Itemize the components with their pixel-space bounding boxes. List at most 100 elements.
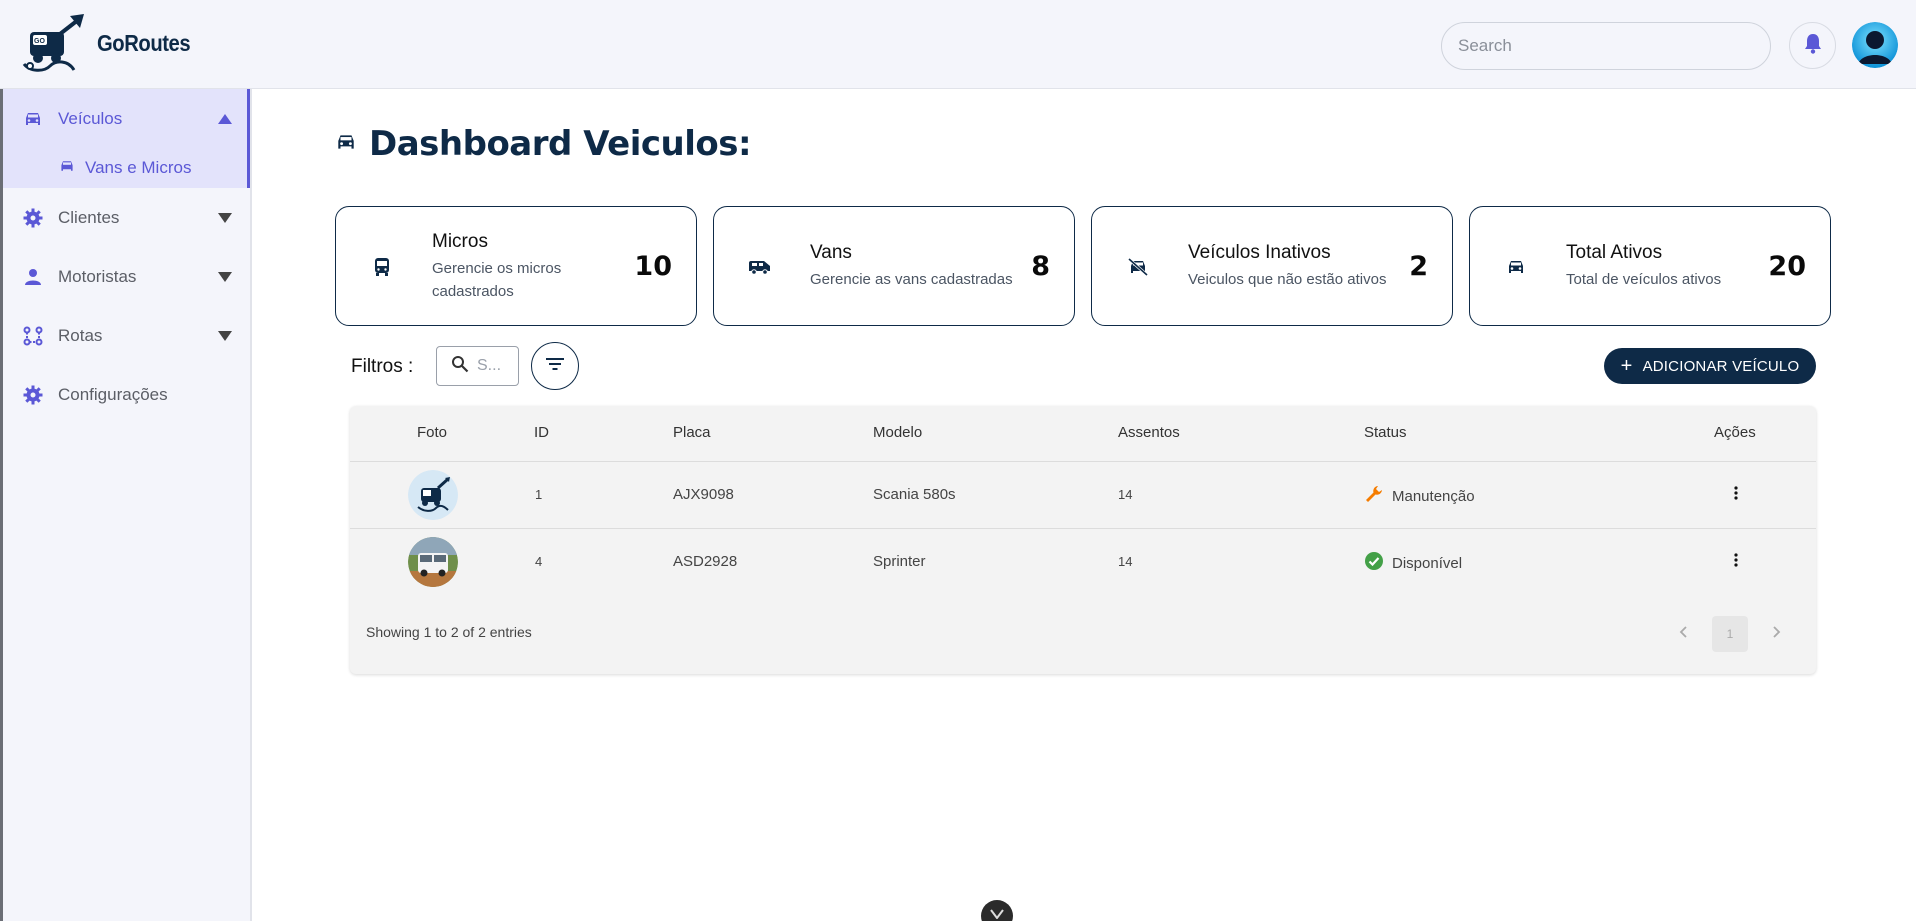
column-header-id[interactable]: ID	[534, 424, 549, 441]
pagination-prev-button[interactable]	[1672, 616, 1694, 652]
sidebar-item-rotas[interactable]: Rotas	[0, 306, 250, 365]
plus-icon: +	[1620, 355, 1633, 377]
more-vert-icon	[1734, 552, 1738, 572]
goroutes-logo: GO	[20, 12, 88, 76]
pagination-next-button[interactable]	[1766, 616, 1788, 652]
sidebar-item-label: Veículos	[58, 108, 123, 128]
card-count: 10	[634, 251, 672, 282]
column-header-foto[interactable]: Foto	[417, 424, 447, 441]
column-header-status[interactable]: Status	[1364, 424, 1407, 441]
status-text: Manutenção	[1392, 487, 1475, 505]
chevron-left-icon	[1679, 625, 1687, 643]
top-header: GO GoRoutes	[0, 0, 1916, 89]
card-title: Micros	[432, 231, 488, 252]
vehicles-table: Foto ID Placa Modelo Assentos Status Açõ…	[350, 406, 1816, 674]
table-row[interactable]: 4 ASD2928 Sprinter 14 Disponível	[350, 529, 1816, 596]
notifications-button[interactable]	[1789, 22, 1836, 69]
chevron-right-icon	[1773, 625, 1781, 643]
cell-status: Manutenção	[1364, 484, 1475, 508]
svg-text:GO: GO	[34, 38, 45, 45]
bell-icon	[1803, 32, 1823, 59]
cell-id: 4	[535, 554, 543, 569]
cell-placa: ASD2928	[673, 553, 738, 570]
sidebar-item-clientes[interactable]: Clientes	[0, 188, 250, 247]
stat-card-micros[interactable]: Micros Gerencie os micros cadastrados 10	[335, 206, 697, 326]
column-header-acoes: Ações	[1714, 424, 1756, 441]
cell-id: 1	[535, 487, 543, 502]
stat-card-inativos[interactable]: Veículos Inativos Veiculos que não estão…	[1091, 206, 1453, 326]
sidebar-item-veiculos[interactable]: Veículos	[0, 89, 247, 148]
car-icon	[59, 159, 75, 178]
caret-down-icon	[218, 211, 232, 229]
user-avatar[interactable]	[1852, 22, 1898, 68]
devtools-toggle-button[interactable]	[981, 900, 1013, 921]
sidebar-item-label: Clientes	[58, 207, 120, 227]
table-row[interactable]: 1 AJX9098 Scania 580s 14 Manutenção	[350, 462, 1816, 529]
page-title: Dashboard Veiculos:	[369, 124, 752, 164]
card-subtitle: Total de veículos ativos	[1566, 271, 1722, 288]
filter-search-input[interactable]: S...	[436, 346, 519, 386]
column-header-modelo[interactable]: Modelo	[873, 424, 922, 441]
no-car-icon	[1122, 251, 1154, 283]
cell-status: Disponível	[1364, 551, 1462, 575]
column-header-placa[interactable]: Placa	[673, 424, 711, 441]
gear-icon	[22, 207, 44, 229]
card-count: 20	[1768, 251, 1806, 282]
card-count: 2	[1409, 251, 1428, 282]
global-search-input[interactable]	[1441, 22, 1771, 70]
card-title: Total Ativos	[1566, 242, 1663, 263]
card-subtitle: Gerencie os micros cadastrados	[432, 260, 562, 300]
app-name: GoRoutes	[97, 30, 191, 56]
caret-down-icon	[218, 270, 232, 288]
row-actions-menu[interactable]	[1726, 484, 1746, 506]
page-title-wrap: Dashboard Veiculos:	[335, 124, 752, 164]
filters-label: Filtros :	[351, 356, 414, 377]
pagination-page-button[interactable]: 1	[1712, 616, 1748, 652]
filter-options-button[interactable]	[531, 342, 579, 390]
column-header-assentos[interactable]: Assentos	[1118, 424, 1180, 441]
table-header: Foto ID Placa Modelo Assentos Status Açõ…	[350, 406, 1816, 462]
car-icon	[335, 133, 357, 156]
check-circle-icon	[1364, 551, 1384, 575]
card-count: 8	[1031, 251, 1050, 282]
wrench-icon	[1364, 484, 1384, 508]
bus-icon	[366, 251, 398, 283]
cell-modelo: Sprinter	[873, 553, 926, 570]
sidebar-item-configuracoes[interactable]: Configurações	[0, 365, 250, 424]
caret-up-icon	[218, 112, 232, 130]
vehicle-photo	[408, 470, 458, 520]
card-title: Vans	[810, 242, 852, 263]
caret-down-icon	[218, 329, 232, 347]
more-vert-icon	[1734, 485, 1738, 505]
cell-assentos: 14	[1118, 487, 1133, 502]
table-entries-info: Showing 1 to 2 of 2 entries	[366, 624, 532, 640]
sidebar-item-label: Configurações	[58, 384, 168, 404]
sidebar-subitem-label: Vans e Micros	[85, 158, 192, 177]
cell-placa: AJX9098	[673, 486, 734, 503]
sidebar-group-veiculos: Veículos Vans e Micros	[0, 89, 250, 188]
sidebar-item-label: Motoristas	[58, 266, 137, 286]
sidebar: Veículos Vans e Micros Clientes Motorist…	[0, 89, 252, 921]
add-vehicle-label: ADICIONAR VEÍCULO	[1642, 357, 1800, 375]
stat-card-vans[interactable]: Vans Gerencie as vans cadastradas 8	[713, 206, 1075, 326]
route-icon	[22, 325, 44, 347]
row-actions-menu[interactable]	[1726, 551, 1746, 573]
car-icon	[22, 108, 44, 130]
filter-icon	[545, 357, 565, 376]
card-title: Veículos Inativos	[1188, 242, 1331, 263]
sidebar-item-label: Rotas	[58, 325, 103, 345]
sidebar-subitem-vans-micros[interactable]: Vans e Micros	[0, 148, 247, 188]
search-icon	[451, 355, 469, 378]
person-icon	[22, 266, 44, 288]
cell-modelo: Scania 580s	[873, 486, 956, 503]
card-subtitle: Veiculos que não estão ativos	[1188, 271, 1387, 288]
car-icon	[1500, 251, 1532, 283]
filter-search-placeholder: S...	[477, 357, 502, 374]
vehicle-photo	[408, 537, 458, 587]
stat-card-total-ativos[interactable]: Total Ativos Total de veículos ativos 20	[1469, 206, 1831, 326]
van-icon	[744, 251, 776, 283]
status-text: Disponível	[1392, 554, 1463, 572]
cell-assentos: 14	[1118, 554, 1133, 569]
add-vehicle-button[interactable]: + ADICIONAR VEÍCULO	[1604, 348, 1816, 384]
sidebar-item-motoristas[interactable]: Motoristas	[0, 247, 250, 306]
